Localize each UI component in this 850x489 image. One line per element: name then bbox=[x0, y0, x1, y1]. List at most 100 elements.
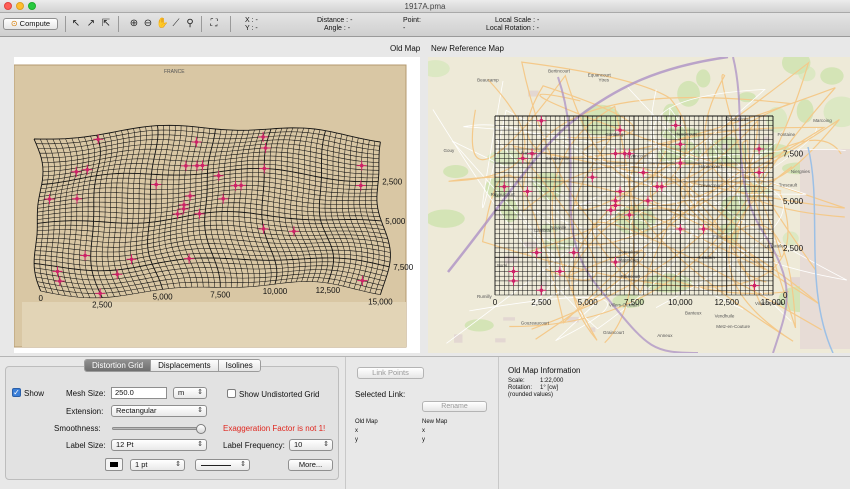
label-size-select[interactable]: 12 Pt bbox=[111, 439, 207, 451]
place-name-label: Gouzeaucourt bbox=[521, 321, 550, 326]
link-new-map-label: New Map bbox=[422, 419, 448, 425]
old-link-marker-dot bbox=[74, 170, 79, 174]
old-link-marker-dot bbox=[360, 278, 365, 283]
link-new-x-label: x bbox=[422, 428, 425, 434]
new-link-marker-dot bbox=[530, 151, 534, 156]
old-link-marker-dot bbox=[359, 163, 364, 168]
show-undistorted-grid-label: Show Undistorted Grid bbox=[239, 390, 320, 399]
old-link-marker-dot bbox=[55, 269, 60, 274]
line-style-select[interactable] bbox=[195, 459, 250, 471]
more-options-button[interactable]: More... bbox=[288, 459, 333, 471]
old-link-marker-dot bbox=[187, 256, 191, 261]
move-link-icon[interactable]: ⇱ bbox=[100, 17, 112, 31]
place-name-label: Crèvecœur bbox=[698, 183, 721, 188]
add-link-icon[interactable]: ↗ bbox=[85, 17, 97, 31]
zoom-in-icon[interactable]: ⊕ bbox=[128, 17, 140, 31]
mesh-size-input[interactable]: 250.0 bbox=[111, 387, 167, 399]
place-name-label: Beaucamp bbox=[477, 77, 499, 82]
old-map-info-title: Old Map Information bbox=[508, 366, 581, 375]
link-points-button[interactable]: Link Points bbox=[357, 367, 424, 379]
old-link-marker-dot bbox=[47, 197, 52, 201]
new-link-marker-dot bbox=[752, 283, 757, 288]
new-link-marker-dot bbox=[613, 260, 618, 264]
measure-icon[interactable]: ⟋ bbox=[170, 17, 182, 31]
old-link-marker-dot bbox=[96, 137, 100, 142]
zoom-out-icon[interactable]: ⊖ bbox=[142, 17, 154, 31]
new-map-canvas[interactable]: RuyaulcourtBertincourtHavrincourtFlesqui… bbox=[428, 57, 850, 353]
show-undistorted-grid-checkbox[interactable] bbox=[227, 389, 236, 398]
old-map-y-tick-label: 5,000 bbox=[385, 217, 406, 226]
old-link-marker-dot bbox=[58, 279, 62, 283]
new-link-marker-dot bbox=[590, 175, 595, 180]
woodland-patch bbox=[443, 164, 469, 179]
minimize-window-button[interactable] bbox=[16, 2, 24, 10]
place-name-label: Cantaing bbox=[605, 132, 624, 137]
old-map-canvas[interactable]: FRANCE 0 2,500 5,000 7,500 10,000 12,500 15,00… bbox=[14, 57, 420, 353]
rotation-value: 1° [cw] bbox=[540, 385, 559, 391]
rename-link-button[interactable]: Rename bbox=[422, 401, 487, 412]
extension-select[interactable]: Rectangular bbox=[111, 405, 207, 417]
extension-label: Extension: bbox=[66, 407, 104, 416]
exaggeration-warning: Exaggeration Factor is not 1! bbox=[223, 424, 326, 433]
old-link-marker-dot bbox=[262, 166, 267, 171]
new-link-marker-dot bbox=[757, 170, 761, 175]
grid-color-well[interactable] bbox=[105, 458, 123, 471]
old-map-y-tick-label: 2,500 bbox=[382, 178, 403, 187]
toolbar-separator bbox=[118, 16, 119, 32]
place-name-label: Anneux bbox=[657, 333, 673, 338]
mesh-size-label: Mesh Size: bbox=[66, 389, 106, 398]
new-map-y-tick-label: 7,500 bbox=[783, 150, 804, 159]
local-rotation-readout: Local Rotation : - bbox=[486, 25, 539, 32]
x-coordinate-readout: X : - bbox=[245, 17, 258, 24]
old-map-x-tick-label: 7,500 bbox=[210, 290, 231, 299]
old-map-x-tick-label: 5,000 bbox=[153, 292, 174, 301]
old-link-marker-dot bbox=[154, 182, 158, 187]
tab-displacements[interactable]: Displacements bbox=[151, 360, 219, 371]
new-link-marker-dot bbox=[641, 170, 646, 175]
eyedropper-icon[interactable]: ⚲ bbox=[184, 17, 196, 31]
place-name-label: Marcoing bbox=[813, 118, 832, 123]
hand-pan-icon[interactable]: ✋ bbox=[156, 17, 168, 31]
old-link-marker-dot bbox=[175, 212, 180, 216]
smoothness-slider[interactable] bbox=[112, 424, 207, 434]
line-style-preview bbox=[201, 465, 231, 466]
compute-label: Compute bbox=[19, 19, 51, 28]
new-map-y-tick-label: 5,000 bbox=[783, 197, 804, 206]
link-new-y-label: y bbox=[422, 437, 425, 443]
new-map-view[interactable]: Ruyaulcourt Bertincourt Havrincourt Flesqui… bbox=[428, 57, 850, 353]
label-frequency-select[interactable]: 10 bbox=[289, 439, 333, 451]
show-grid-checkbox[interactable]: ✓ bbox=[12, 388, 21, 397]
old-map-legend-area bbox=[22, 302, 406, 347]
new-link-marker-dot bbox=[618, 128, 622, 132]
mesh-unit-select[interactable]: m bbox=[173, 387, 207, 399]
old-link-marker-dot bbox=[221, 197, 225, 201]
scale-label: Scale: bbox=[508, 378, 525, 384]
new-link-marker-dot bbox=[558, 269, 562, 274]
tab-distortion-grid[interactable]: Distortion Grid bbox=[85, 360, 152, 371]
close-window-button[interactable] bbox=[4, 2, 12, 10]
angle-readout: Angle : - bbox=[324, 25, 351, 32]
old-link-marker-dot bbox=[184, 164, 188, 168]
new-link-marker-dot bbox=[678, 142, 683, 147]
old-map-view[interactable]: FRANCE 0 2,500 5,000 7,500 10,000 12,500 15,00… bbox=[14, 57, 420, 353]
place-name-label: Sorel bbox=[497, 263, 508, 268]
old-map-title: Old Map bbox=[390, 44, 421, 53]
compute-icon: ⊙ bbox=[10, 19, 18, 28]
scale-value: 1:22,000 bbox=[540, 378, 564, 384]
new-map-y-tick-label: 2,500 bbox=[783, 244, 804, 253]
fit-view-icon[interactable]: ⛶ bbox=[208, 17, 220, 31]
new-link-marker-dot bbox=[678, 161, 683, 165]
woodland-patch bbox=[696, 69, 711, 88]
link-old-x-label: x bbox=[355, 428, 358, 434]
old-link-marker-dot bbox=[75, 197, 79, 201]
tab-isolines[interactable]: Isolines bbox=[218, 360, 260, 371]
woodland-patch bbox=[738, 92, 756, 103]
old-link-marker-dot bbox=[216, 173, 221, 178]
zoom-window-button[interactable] bbox=[28, 2, 36, 10]
place-name-label: Vendhuile bbox=[715, 314, 735, 319]
compute-button[interactable]: ⊙ Compute bbox=[3, 18, 58, 30]
pointer-icon[interactable]: ↖ bbox=[70, 17, 82, 31]
old-map-top-label: FRANCE bbox=[164, 69, 185, 75]
line-width-select[interactable]: 1 pt bbox=[130, 459, 185, 471]
grid-color-swatch bbox=[110, 462, 118, 467]
